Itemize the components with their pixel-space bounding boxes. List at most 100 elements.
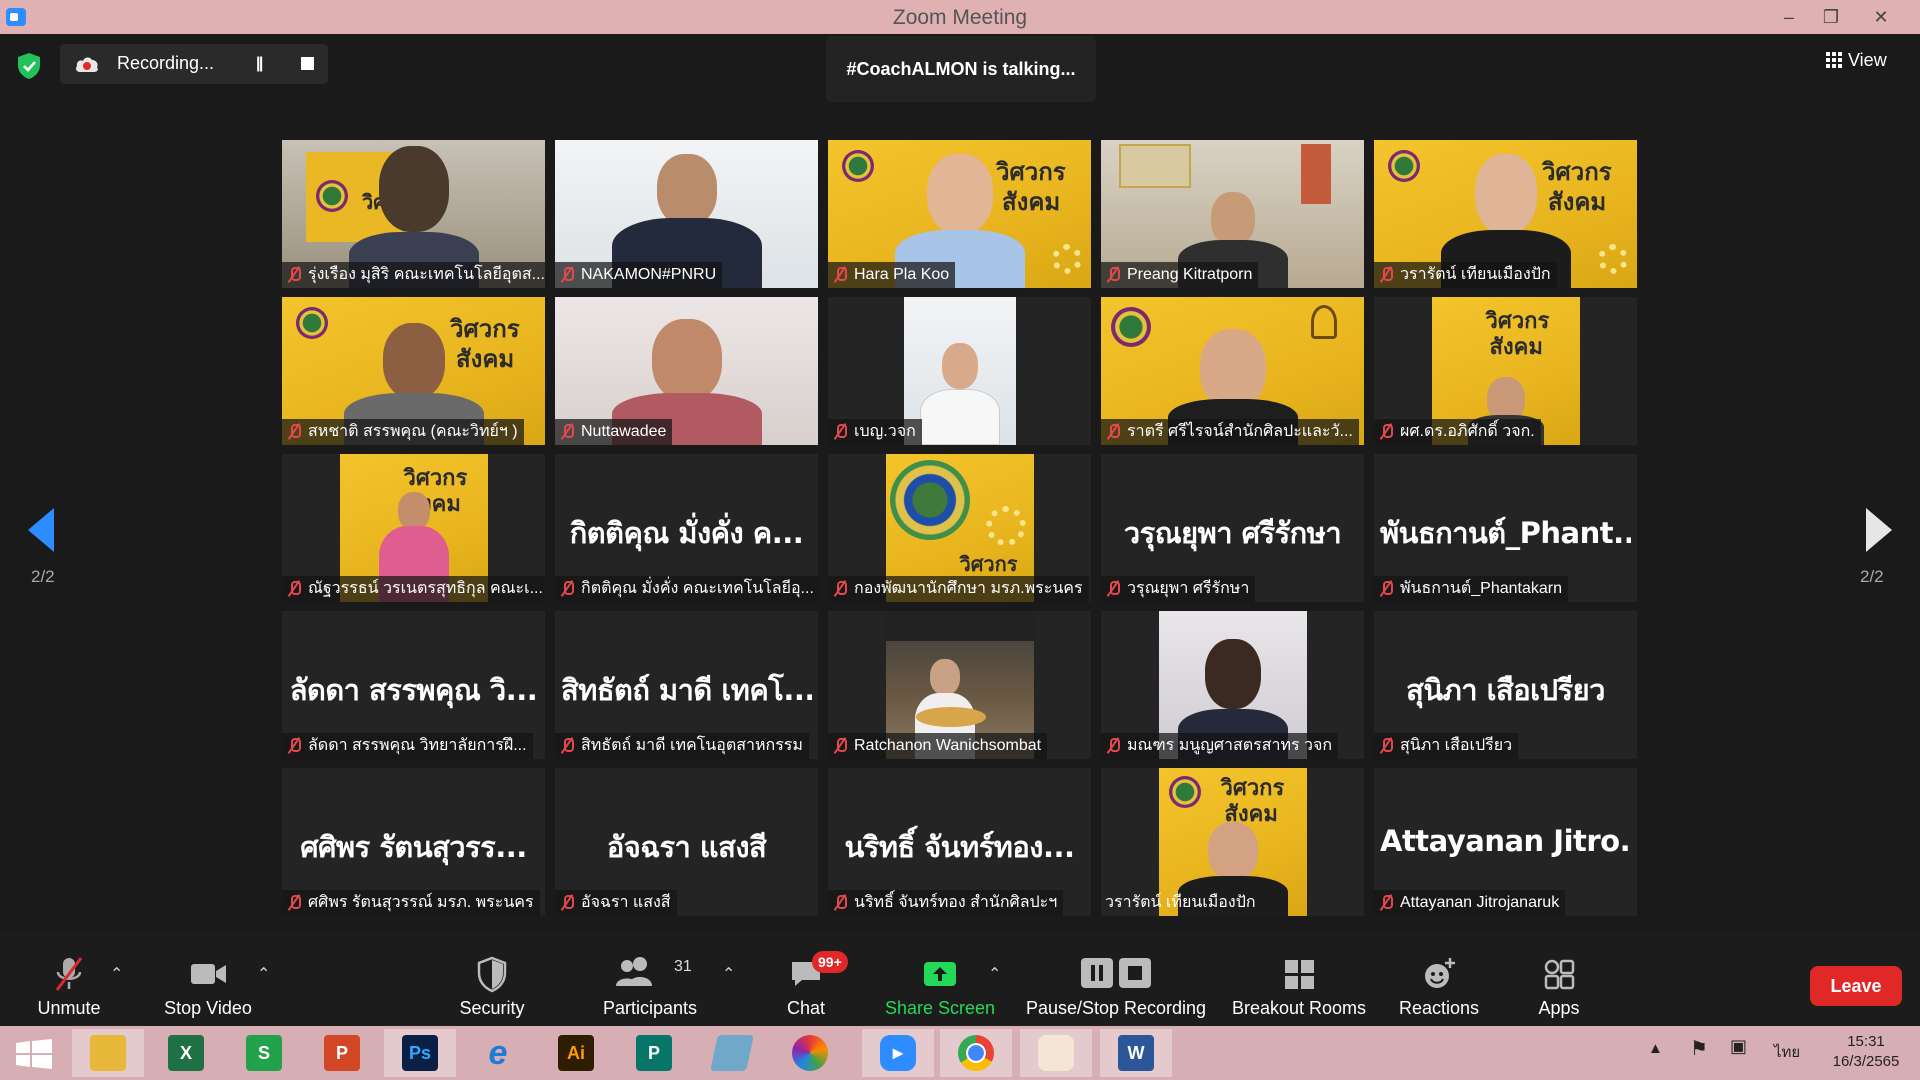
minimize-button[interactable]: – — [1766, 2, 1812, 32]
taskbar-powerpoint[interactable]: P — [306, 1029, 378, 1077]
participant-tile[interactable]: วิศวกร กองพัฒนานักศึกษา มรภ.พระนคร — [828, 454, 1091, 602]
pause-recording-icon[interactable]: | | — [256, 55, 264, 73]
participant-tile[interactable]: Ratchanon Wanichsombat — [828, 611, 1091, 759]
chat-button[interactable]: Chat — [770, 934, 842, 1026]
unmute-button[interactable]: Unmute — [22, 934, 116, 1026]
muted-mic-icon — [286, 580, 302, 596]
participant-name-label: พันธกานต์_Phantakarn — [1374, 576, 1568, 602]
muted-mic-icon — [1378, 266, 1394, 282]
participant-tile[interactable]: วิศวกร สังคม วรารัตน์ เทียนเมืองปัก — [1101, 768, 1364, 916]
participant-tile[interactable]: นริทธิ์ จันทร์ทอง... นริทธิ์ จันทร์ทอง ส… — [828, 768, 1091, 916]
participant-tile[interactable]: วิศวกร สังคม สหชาติ สรรพคุณ (คณะวิทย์ฯ ) — [282, 297, 545, 445]
taskbar-paint[interactable] — [1020, 1029, 1092, 1077]
stop-video-label: Stop Video — [164, 998, 252, 1018]
video-gallery: วิศวกร รุ่งเรือง มุสิริ คณะเทคโนโลยีอุตส… — [282, 140, 1638, 918]
system-clock[interactable]: 15:31 16/3/2565 — [1826, 1032, 1906, 1072]
muted-mic-icon — [1105, 737, 1121, 753]
participant-name-label: สุนิภา เสือเปรียว — [1374, 733, 1519, 759]
taskbar-illustrator[interactable]: Ai — [540, 1029, 612, 1077]
participant-name-label: เบญ.วจก — [828, 419, 922, 445]
taskbar-internet-explorer[interactable]: e — [462, 1029, 534, 1077]
muted-mic-icon — [286, 266, 302, 282]
encryption-shield-icon[interactable] — [16, 52, 42, 80]
participant-tile[interactable]: Attayanan Jitro... Attayanan Jitrojanaru… — [1374, 768, 1637, 916]
language-indicator[interactable]: ไทย — [1774, 1040, 1800, 1064]
taskbar-sway[interactable]: S — [228, 1029, 300, 1077]
participant-tile[interactable]: วรุณยุพา ศรีรักษา วรุณยุพา ศรีรักษา — [1101, 454, 1364, 602]
participant-display-name: สิทธัตถ์ มาดี เทคโ... — [561, 673, 812, 707]
view-button[interactable]: View — [1826, 50, 1887, 71]
participant-tile[interactable]: วิศวกร สังคม ณัฐวรรธน์ วรเนตรสุทธิกุล คณ… — [282, 454, 545, 602]
participant-tile[interactable]: วิศวกร สังคม วรารัตน์ เทียนเมืองปัก — [1374, 140, 1637, 288]
participant-tile[interactable]: Nuttawadee — [555, 297, 818, 445]
stop-video-button[interactable]: Stop Video — [158, 934, 258, 1026]
participant-tile[interactable]: สิทธัตถ์ มาดี เทคโ... สิทธัตถ์ มาดี เทคโ… — [555, 611, 818, 759]
participant-tile[interactable]: Preang Kitratporn — [1101, 140, 1364, 288]
participant-tile[interactable]: สุนิภา เสือเปรียว สุนิภา เสือเปรียว — [1374, 611, 1637, 759]
participant-tile[interactable]: เบญ.วจก — [828, 297, 1091, 445]
participant-tile[interactable]: ลัดดา สรรพคุณ วิ... ลัดดา สรรพคุณ วิทยาล… — [282, 611, 545, 759]
breakout-rooms-button[interactable]: Breakout Rooms — [1228, 934, 1370, 1026]
apps-button[interactable]: Apps — [1526, 934, 1592, 1026]
participant-tile[interactable]: วิศวกร สังคม ผศ.ดร.อภิศักดิ์ วจก. — [1374, 297, 1637, 445]
security-button[interactable]: Security — [446, 934, 538, 1026]
close-button[interactable]: ✕ — [1858, 2, 1904, 32]
muted-mic-icon — [832, 266, 848, 282]
recording-indicator: Recording... | | — [60, 44, 328, 84]
participant-tile[interactable]: วิศวกร สังคม Hara Pla Koo — [828, 140, 1091, 288]
audio-options-caret-icon[interactable]: ⌃ — [110, 964, 123, 984]
excel-icon: X — [168, 1035, 204, 1071]
participant-tile[interactable]: กิตติคุณ มั่งคั่ง ค... กิตติคุณ มั่งคั่ง… — [555, 454, 818, 602]
action-center-flag-icon[interactable]: ⚑ — [1690, 1036, 1708, 1061]
restore-button[interactable]: ❐ — [1808, 2, 1854, 32]
taskbar-excel[interactable]: X — [150, 1029, 222, 1077]
start-button[interactable] — [0, 1029, 72, 1077]
participant-tile[interactable]: มณฑร มนูญศาสตรสาทร วจก — [1101, 611, 1364, 759]
chat-unread-badge: 99+ — [812, 951, 848, 973]
taskbar-file-explorer[interactable] — [72, 1029, 144, 1077]
participants-button[interactable]: 31 Participants — [596, 934, 704, 1026]
reactions-button[interactable]: Reactions — [1394, 934, 1484, 1026]
muted-mic-icon — [832, 737, 848, 753]
participant-display-name: วรุณยุพา ศรีรักษา — [1123, 516, 1342, 550]
participant-tile[interactable]: วิศวกร รุ่งเรือง มุสิริ คณะเทคโนโลยีอุตส… — [282, 140, 545, 288]
chrome-icon — [958, 1035, 994, 1071]
apps-label: Apps — [1538, 998, 1580, 1018]
leave-button[interactable]: Leave — [1810, 966, 1902, 1006]
participant-tile[interactable]: พันธกานต์_Phant... พันธกานต์_Phantakarn — [1374, 454, 1637, 602]
video-options-caret-icon[interactable]: ⌃ — [257, 964, 270, 984]
participant-tile[interactable]: ศศิพร รัตนสุวรร... ศศิพร รัตนสุวรรณ์ มรภ… — [282, 768, 545, 916]
taskbar-photoshop[interactable]: Ps — [384, 1029, 456, 1077]
pause-stop-recording-button[interactable]: Pause/Stop Recording — [1024, 934, 1208, 1026]
show-hidden-icons[interactable]: ▲ — [1648, 1040, 1663, 1057]
muted-mic-icon — [1378, 580, 1394, 596]
participant-tile[interactable]: อัจฉรา แสงสี อัจฉรา แสงสี — [555, 768, 818, 916]
stop-recording-icon[interactable] — [301, 57, 314, 70]
taskbar-word[interactable]: W — [1100, 1029, 1172, 1077]
network-icon[interactable]: ▣ — [1730, 1036, 1747, 1057]
participant-name-label: NAKAMON#PNRU — [555, 262, 723, 288]
reactions-emoji-icon — [1425, 958, 1455, 988]
next-page-icon[interactable] — [1866, 508, 1892, 552]
participant-name-label: Hara Pla Koo — [828, 262, 956, 288]
clock-date: 16/3/2565 — [1832, 1053, 1900, 1070]
participant-display-name: ศศิพร รัตนสุวรร... — [300, 830, 527, 864]
participant-name-label: วรุณยุพา ศรีรักษา — [1101, 576, 1256, 602]
participant-name-label: กิตติคุณ มั่งคั่ง คณะเทคโนโลยีอุ... — [555, 576, 818, 602]
participant-name-label: สหชาติ สรรพคุณ (คณะวิทย์ฯ ) — [282, 419, 524, 445]
share-screen-button[interactable]: Share Screen — [882, 934, 998, 1026]
previous-page-icon[interactable] — [28, 508, 54, 552]
pause-stop-recording-label: Pause/Stop Recording — [1025, 998, 1207, 1018]
participant-tile[interactable]: NAKAMON#PNRU — [555, 140, 818, 288]
taskbar-chrome[interactable] — [940, 1029, 1012, 1077]
participants-options-caret-icon[interactable]: ⌃ — [722, 964, 735, 984]
participant-tile[interactable]: ราตรี ศรีไรจน์สำนักศิลปะและวั... — [1101, 297, 1364, 445]
taskbar-publisher[interactable]: P — [618, 1029, 690, 1077]
page-indicator-right: 2/2 — [1860, 567, 1884, 586]
share-options-caret-icon[interactable]: ⌃ — [988, 964, 1001, 984]
taskbar-zoom[interactable]: ► — [862, 1029, 934, 1077]
participant-name-label: มณฑร มนูญศาสตรสาทร วจก — [1101, 733, 1339, 759]
taskbar-photoscape[interactable] — [774, 1029, 846, 1077]
muted-mic-icon — [1105, 266, 1121, 282]
taskbar-notepad[interactable] — [696, 1029, 768, 1077]
